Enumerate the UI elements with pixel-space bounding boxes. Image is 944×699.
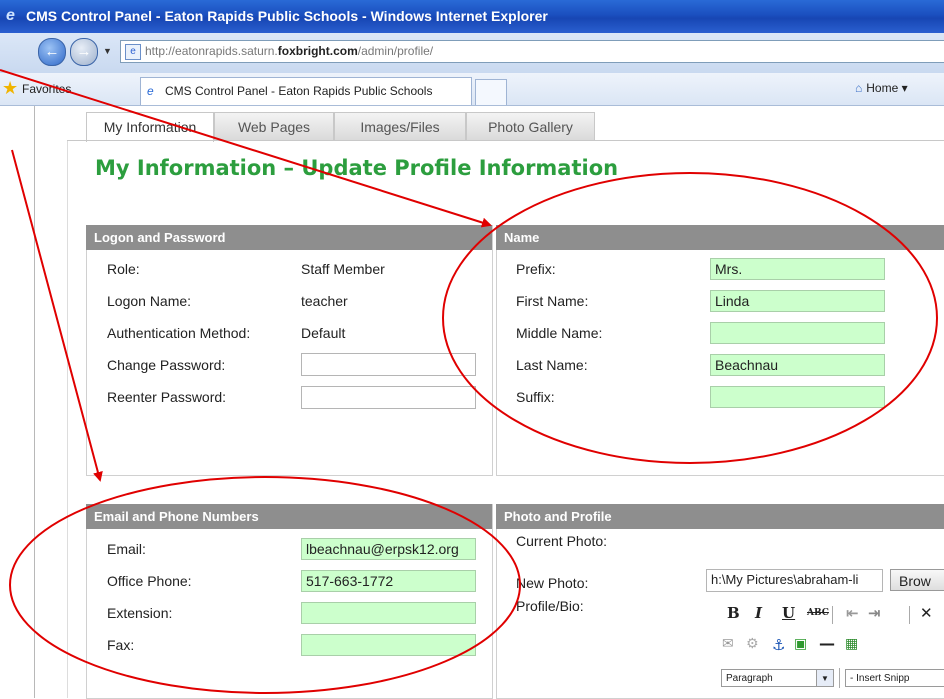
ie-tab-icon: e bbox=[147, 84, 154, 98]
format-select-value: Paragraph bbox=[726, 673, 773, 684]
email-label: Email: bbox=[107, 541, 146, 557]
remove-format-icon[interactable]: ✕ bbox=[920, 604, 933, 622]
contact-panel-header: Email and Phone Numbers bbox=[86, 504, 492, 529]
home-icon: ⌂ bbox=[855, 81, 863, 95]
url-path: /admin/profile/ bbox=[357, 44, 434, 58]
auth-method-value: Default bbox=[301, 325, 346, 341]
tab-photo-gallery[interactable]: Photo Gallery bbox=[466, 112, 595, 141]
toolbar-separator bbox=[832, 606, 833, 624]
page-icon: e bbox=[125, 44, 141, 60]
office-phone-label: Office Phone: bbox=[107, 573, 192, 589]
auth-method-label: Authentication Method: bbox=[107, 325, 251, 341]
prefix-label: Prefix: bbox=[516, 261, 556, 277]
page-title: My Information – Update Profile Informat… bbox=[95, 156, 619, 180]
window-title-bar: e CMS Control Panel - Eaton Rapids Publi… bbox=[0, 0, 944, 33]
office-phone-field[interactable]: 517-663-1772 bbox=[301, 570, 476, 592]
bold-button[interactable]: B bbox=[727, 604, 740, 622]
indent-icon[interactable]: ⇥ bbox=[868, 604, 881, 622]
unlink-icon[interactable]: ⚙ bbox=[746, 636, 759, 652]
current-photo-label: Current Photo: bbox=[516, 533, 608, 549]
link-icon[interactable]: ✉ bbox=[722, 636, 734, 652]
favorites-bar: ★ Favorites e CMS Control Panel - Eaton R… bbox=[0, 73, 944, 106]
profile-bio-label: Profile/Bio: bbox=[516, 598, 584, 614]
ie-logo-icon: e bbox=[6, 7, 15, 24]
browse-button[interactable]: Brow bbox=[890, 569, 944, 591]
address-bar[interactable]: e http://eatonrapids.saturn.foxbright.com… bbox=[120, 40, 944, 63]
reenter-password-field[interactable] bbox=[301, 386, 476, 409]
new-photo-label: New Photo: bbox=[516, 575, 589, 591]
suffix-label: Suffix: bbox=[516, 389, 555, 405]
underline-button[interactable]: U bbox=[782, 604, 795, 622]
fax-field[interactable] bbox=[301, 634, 476, 656]
prefix-field[interactable]: Mrs. bbox=[710, 258, 885, 280]
image-icon[interactable]: ▣ bbox=[794, 636, 807, 652]
logon-panel-header: Logon and Password bbox=[86, 225, 492, 250]
tab-images-files[interactable]: Images/Files bbox=[334, 112, 466, 141]
tab-web-pages[interactable]: Web Pages bbox=[214, 112, 334, 141]
favorites-star-icon[interactable]: ★ bbox=[2, 79, 18, 97]
email-field[interactable]: lbeachnau@erpsk12.org bbox=[301, 538, 476, 560]
photo-panel-header: Photo and Profile bbox=[496, 504, 944, 529]
role-value: Staff Member bbox=[301, 261, 385, 277]
last-name-field[interactable]: Beachnau bbox=[710, 354, 885, 376]
format-select[interactable]: Paragraph ▼ bbox=[721, 669, 834, 687]
middle-name-label: Middle Name: bbox=[516, 325, 603, 341]
fax-label: Fax: bbox=[107, 637, 135, 653]
browser-tab-label: CMS Control Panel - Eaton Rapids Public … bbox=[165, 84, 433, 98]
new-tab-button[interactable] bbox=[475, 79, 507, 105]
home-button[interactable]: ⌂ Home ▾ bbox=[855, 81, 908, 95]
forward-arrow-icon[interactable]: → bbox=[70, 38, 98, 66]
favorites-button[interactable]: Favorites bbox=[22, 82, 71, 96]
extension-field[interactable] bbox=[301, 602, 476, 624]
logon-name-label: Logon Name: bbox=[107, 293, 192, 309]
insert-snippet-select[interactable]: - Insert Snipp bbox=[845, 669, 944, 687]
content-inner-border bbox=[67, 140, 68, 698]
media-icon[interactable]: ▦ bbox=[845, 636, 858, 652]
content-frame-border bbox=[34, 106, 35, 698]
back-arrow-icon[interactable]: ← bbox=[38, 38, 66, 66]
logon-name-value: teacher bbox=[301, 293, 348, 309]
window-title: CMS Control Panel - Eaton Rapids Public … bbox=[26, 8, 548, 24]
history-dropdown-icon[interactable]: ▼ bbox=[103, 46, 112, 56]
toolbar-separator bbox=[909, 606, 910, 624]
first-name-field[interactable]: Linda bbox=[710, 290, 885, 312]
address-toolbar: ← → ▼ e http://eatonrapids.saturn.foxbrig… bbox=[0, 33, 944, 73]
anchor-icon[interactable]: ⚓ bbox=[772, 636, 785, 654]
first-name-label: First Name: bbox=[516, 293, 589, 309]
logon-panel bbox=[86, 225, 493, 476]
reenter-password-label: Reenter Password: bbox=[107, 389, 227, 405]
new-photo-path-field[interactable]: h:\My Pictures\abraham-li bbox=[706, 569, 883, 592]
italic-button[interactable]: I bbox=[755, 604, 762, 622]
browser-tab[interactable]: e CMS Control Panel - Eaton Rapids Public… bbox=[140, 77, 472, 105]
suffix-field[interactable] bbox=[710, 386, 885, 408]
url-domain: foxbright.com bbox=[277, 44, 358, 58]
tab-my-information[interactable]: My Information bbox=[86, 112, 214, 142]
url-prefix: http://eatonrapids.saturn. bbox=[145, 44, 278, 58]
toolbar-separator bbox=[839, 668, 840, 688]
role-label: Role: bbox=[107, 261, 140, 277]
chevron-down-icon: ▼ bbox=[816, 670, 833, 686]
tab-divider bbox=[67, 140, 944, 141]
horizontal-rule-icon[interactable]: — bbox=[819, 634, 835, 653]
strikethrough-button[interactable]: ABC bbox=[807, 608, 829, 618]
name-panel-header: Name bbox=[496, 225, 944, 250]
outdent-icon[interactable]: ⇤ bbox=[846, 604, 859, 622]
middle-name-field[interactable] bbox=[710, 322, 885, 344]
last-name-label: Last Name: bbox=[516, 357, 588, 373]
extension-label: Extension: bbox=[107, 605, 173, 621]
change-password-field[interactable] bbox=[301, 353, 476, 376]
home-label: Home bbox=[866, 81, 899, 95]
change-password-label: Change Password: bbox=[107, 357, 226, 373]
